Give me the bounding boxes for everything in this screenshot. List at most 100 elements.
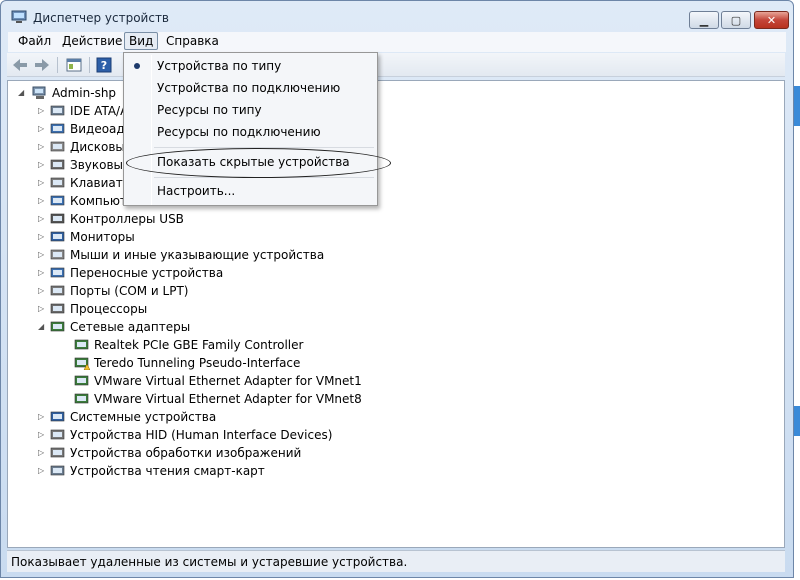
maximize-button[interactable]: ▢ (721, 11, 751, 29)
smart-card-reader-icon (50, 465, 65, 476)
view-menu-item-by-connection[interactable]: Устройства по подключению (157, 78, 340, 98)
status-text: Показывает удаленные из системы и устаре… (11, 555, 408, 569)
tree-item[interactable]: ▷ Порты (COM и LPT) (38, 282, 498, 300)
tree-item-label: Сетевые адаптеры (70, 320, 191, 334)
tree-item-label: Порты (COM и LPT) (70, 284, 189, 298)
tree-item-label: Мыши и иные указывающие устройства (70, 248, 325, 262)
menu-help[interactable]: Справка (162, 33, 223, 51)
tree-item-label: Переносные устройства (70, 266, 224, 280)
tree-item[interactable]: ▷ Системные устройства (38, 408, 498, 426)
status-bar: Показывает удаленные из системы и устаре… (7, 550, 785, 572)
tree-item[interactable]: ▷ Устройства HID (Human Interface Devices… (38, 426, 498, 444)
network-adapter-icon (74, 375, 89, 386)
radio-bullet-icon (134, 63, 140, 69)
tree-item-label: Процессоры (70, 302, 148, 316)
expand-arrow-icon[interactable]: ▷ (38, 462, 46, 480)
menu-action[interactable]: Действие (58, 33, 126, 51)
tree-item-label: VMware Virtual Ethernet Adapter for VMne… (94, 392, 362, 406)
tree-item-label: Teredo Tunneling Pseudo-Interface (94, 356, 301, 370)
tree-item[interactable]: ▷ Переносные устройства (38, 264, 498, 282)
collapse-arrow-icon[interactable]: ◢ (38, 318, 46, 336)
expand-arrow-icon[interactable]: ▷ (38, 300, 46, 318)
tree-item[interactable]: ▷ Контроллеры USB (38, 210, 498, 228)
highlight-oval (126, 148, 391, 178)
back-arrow-icon[interactable] (11, 56, 29, 73)
forward-arrow-icon[interactable] (33, 56, 51, 73)
network-adapter-icon (74, 393, 89, 404)
menu-view[interactable]: Вид (124, 32, 159, 50)
usb-icon (50, 213, 65, 224)
expand-arrow-icon[interactable]: ▷ (38, 138, 46, 156)
tree-item[interactable]: VMware Virtual Ethernet Adapter for VMne… (74, 390, 534, 408)
view-menu-dropdown: Устройства по типу Устройства по подключ… (123, 52, 378, 206)
tree-item[interactable]: ▷ Устройства чтения смарт-карт (38, 462, 498, 480)
processor-icon (50, 303, 65, 314)
tree-item-label: Realtek PCIe GBE Family Controller (94, 338, 304, 352)
network-adapter-icon (74, 339, 89, 350)
tree-item[interactable]: VMware Virtual Ethernet Adapter for VMne… (74, 372, 534, 390)
tree-item-label: IDE ATA/A (70, 104, 129, 118)
tree-item-label: Устройства обработки изображений (70, 446, 302, 460)
expand-arrow-icon[interactable]: ▷ (38, 282, 46, 300)
tree-item-label: Контроллеры USB (70, 212, 184, 226)
mouse-icon (50, 249, 65, 260)
expand-arrow-icon[interactable]: ▷ (38, 264, 46, 282)
tree-item-label: Компьют (70, 194, 127, 208)
minimize-button[interactable]: ▁ (689, 11, 719, 29)
window-title: Диспетчер устройств (33, 11, 170, 25)
tree-item-label: VMware Virtual Ethernet Adapter for VMne… (94, 374, 362, 388)
properties-icon[interactable] (65, 56, 83, 73)
portable-device-icon (50, 267, 65, 278)
view-menu-item-resources-by-type[interactable]: Ресурсы по типу (157, 100, 262, 120)
tree-item-label: Звуковые (70, 158, 131, 172)
expand-arrow-icon[interactable]: ▷ (38, 120, 46, 138)
view-menu-item-by-type[interactable]: Устройства по типу (157, 56, 281, 76)
expand-arrow-icon[interactable]: ▷ (38, 246, 46, 264)
help-icon[interactable]: ? (95, 56, 113, 73)
menu-gutter (151, 55, 152, 205)
tree-item-label: Дисковы (70, 140, 125, 154)
system-device-icon (50, 411, 65, 422)
hid-device-icon (50, 429, 65, 440)
network-adapter-icon (74, 357, 90, 370)
toolbar-separator (57, 57, 58, 73)
computer-icon (32, 86, 46, 99)
speaker-icon (50, 159, 65, 170)
tree-item[interactable]: Teredo Tunneling Pseudo-Interface (74, 354, 534, 372)
device-manager-icon (11, 10, 27, 23)
tree-item[interactable]: ▷ Процессоры (38, 300, 498, 318)
port-icon (50, 285, 65, 296)
tree-item[interactable]: ▷ Устройства обработки изображений (38, 444, 498, 462)
tree-item[interactable]: ▷ Мыши и иные указывающие устройства (38, 246, 498, 264)
expand-arrow-icon[interactable]: ▷ (38, 408, 46, 426)
display-adapter-icon (50, 123, 65, 134)
computer-icon (50, 195, 65, 206)
tree-item[interactable]: ▷ Мониторы (38, 228, 498, 246)
imaging-device-icon (50, 447, 65, 458)
monitor-icon (50, 231, 65, 242)
expand-arrow-icon[interactable]: ▷ (38, 444, 46, 462)
menu-file[interactable]: Файл (14, 33, 55, 51)
expand-arrow-icon[interactable]: ▷ (38, 174, 46, 192)
tree-item[interactable]: Realtek PCIe GBE Family Controller (74, 336, 534, 354)
close-button[interactable]: ✕ (754, 11, 789, 29)
view-menu-item-resources-by-connection[interactable]: Ресурсы по подключению (157, 122, 321, 142)
expand-arrow-icon[interactable]: ▷ (38, 102, 46, 120)
tree-item-label: Устройства чтения смарт-карт (70, 464, 265, 478)
collapse-arrow-icon[interactable]: ◢ (18, 84, 26, 102)
expand-arrow-icon[interactable]: ▷ (38, 228, 46, 246)
ide-controller-icon (50, 105, 65, 116)
toolbar-separator (89, 57, 90, 73)
keyboard-icon (50, 177, 65, 188)
title-bar[interactable]: Диспетчер устройств ▁ ▢ ✕ (1, 1, 793, 31)
expand-arrow-icon[interactable]: ▷ (38, 426, 46, 444)
network-adapter-icon (50, 321, 65, 332)
tree-item-label: Мониторы (70, 230, 135, 244)
expand-arrow-icon[interactable]: ▷ (38, 192, 46, 210)
svg-text:?: ? (101, 59, 107, 72)
expand-arrow-icon[interactable]: ▷ (38, 210, 46, 228)
view-menu-item-customize[interactable]: Настроить... (157, 181, 235, 201)
tree-item[interactable]: ◢ Сетевые адаптеры (38, 318, 498, 336)
tree-item-label: Клавиату (70, 176, 130, 190)
expand-arrow-icon[interactable]: ▷ (38, 156, 46, 174)
